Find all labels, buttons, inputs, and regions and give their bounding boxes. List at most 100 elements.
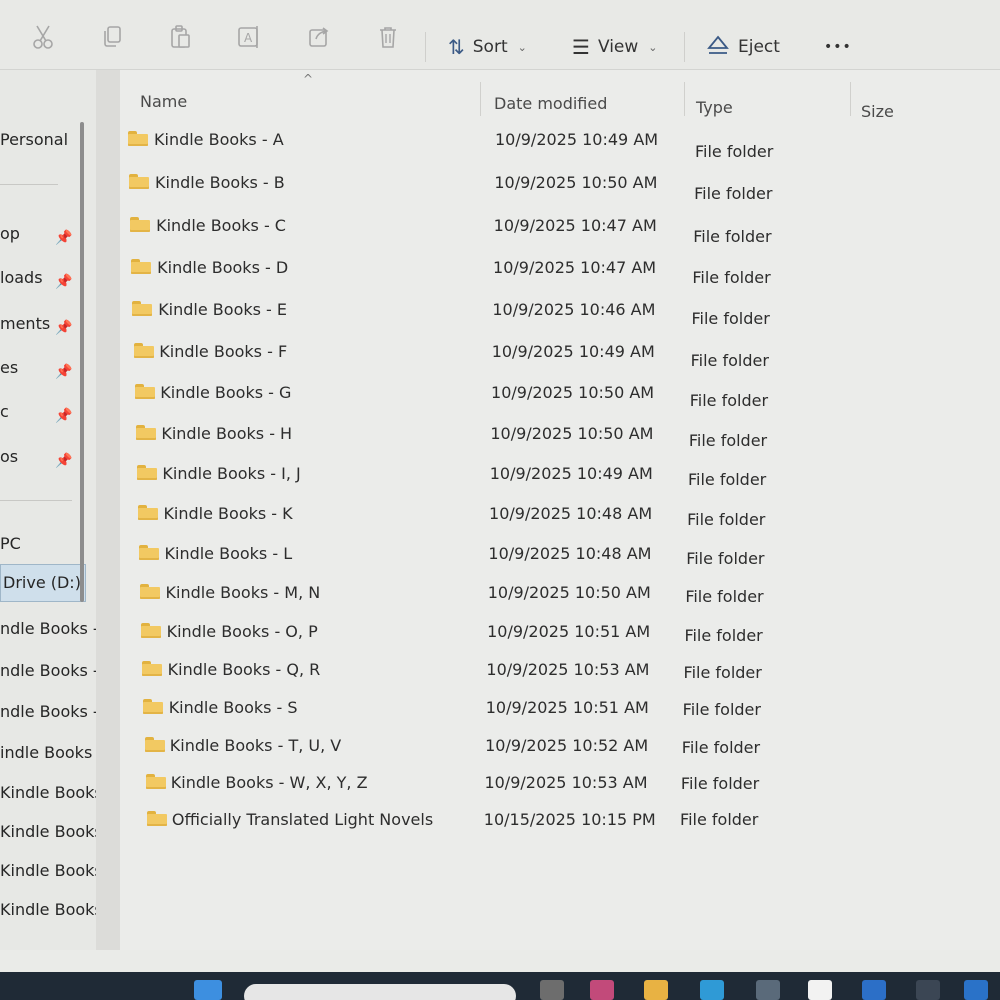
folder-icon [136,465,157,480]
amazon-icon[interactable] [808,980,832,1000]
folder-icon [142,661,163,676]
file-date-modified: 10/9/2025 10:49 AM [491,342,655,361]
nav-subitem[interactable]: Kindle Books - [0,896,96,924]
sidebar-scroll-track[interactable] [96,70,122,950]
column-label: Size [861,101,894,121]
file-date-modified: 10/9/2025 10:47 AM [493,216,657,235]
nav-subitem[interactable]: ndle Books - [0,657,96,685]
start-icon[interactable] [194,980,222,1000]
delete-icon[interactable] [373,22,403,52]
eject-button[interactable]: Eject [706,30,780,64]
nav-subitem[interactable]: Kindle Books - [0,779,96,807]
file-date-modified: 10/9/2025 10:49 AM [495,130,659,149]
folder-icon [134,384,155,399]
search-box[interactable] [244,984,516,1000]
file-row[interactable]: Kindle Books - Q, R 10/9/2025 10:53 AM Fil… [120,652,1000,686]
folder-icon [143,699,164,714]
file-row[interactable]: Kindle Books - G 10/9/2025 10:50 AM File f… [120,375,1000,410]
file-type: File folder [681,737,761,757]
nav-divider [0,500,72,501]
pin-icon: 📌 [55,453,73,469]
file-row[interactable]: Kindle Books - D 10/9/2025 10:47 AM File f… [120,250,1000,287]
file-row[interactable]: Kindle Books - E 10/9/2025 10:46 AM File f… [120,292,1000,328]
file-row[interactable]: Kindle Books - K 10/9/2025 10:48 AM File f… [120,496,1000,530]
nav-divider [0,184,58,185]
nav-subitem[interactable]: indle Books - [0,739,96,767]
file-row[interactable]: Kindle Books - T, U, V 10/9/2025 10:52 AM… [120,728,1000,762]
nav-label: c [0,402,9,421]
file-name: Kindle Books - O, P [166,622,318,641]
column-divider[interactable] [480,82,481,116]
nav-label: es [0,358,19,377]
nav-label: os [0,447,19,466]
chevron-down-icon: ⌄ [648,40,658,54]
copy-icon[interactable] [97,22,127,52]
command-bar: A ⇅ Sort ⌄ ☰ View ⌄ Eject ••• [0,0,1000,70]
app-icon[interactable] [590,980,614,1000]
nav-subitem[interactable]: Kindle Books - [0,857,96,885]
more-options-button[interactable]: ••• [824,30,852,64]
file-type: File folder [682,700,761,720]
folder-icon [135,425,156,440]
file-row[interactable]: Kindle Books - C 10/9/2025 10:47 AM File f… [120,208,1000,246]
folder-icon [139,545,159,560]
file-date-modified: 10/9/2025 10:51 AM [485,698,649,717]
dropbox-icon[interactable] [862,980,886,1000]
eject-icon [706,34,730,61]
rename-icon[interactable]: A [234,22,264,52]
nav-subitem[interactable]: Kindle Books - [0,818,96,846]
file-date-modified: 10/9/2025 10:48 AM [489,504,653,523]
file-explorer-icon[interactable] [644,980,668,1000]
file-type: File folder [692,267,771,287]
nav-item-drive-d[interactable]: Drive (D:) [0,564,86,602]
cut-icon[interactable] [28,22,58,52]
taskbar [0,972,1000,1000]
edge-icon[interactable] [700,980,724,1000]
app-icon[interactable] [964,980,988,1000]
nav-label: Personal [0,130,69,149]
sidebar-scrollbar[interactable] [80,122,84,602]
file-name: Kindle Books - L [164,544,293,563]
nav-label: indle Books - [0,743,96,762]
file-row[interactable]: Kindle Books - B 10/9/2025 10:50 AM File f… [120,165,1000,203]
nav-subitem[interactable]: ndle Books - [0,698,96,726]
file-name: Kindle Books - C [156,216,286,235]
file-row[interactable]: Kindle Books - I, J 10/9/2025 10:49 AM Fil… [120,456,1000,490]
file-row[interactable]: Kindle Books - W, X, Y, Z 10/9/2025 10:53… [120,765,1000,799]
file-row[interactable]: Officially Translated Light Novels 10/15/… [120,802,1000,836]
file-date-modified: 10/9/2025 10:53 AM [484,773,648,792]
column-divider[interactable] [684,82,685,116]
pin-icon: 📌 [55,364,73,380]
sort-button[interactable]: ⇅ Sort ⌄ [448,30,527,64]
toolbar-divider [425,32,426,62]
file-type: File folder [680,810,759,830]
column-header-name[interactable]: Name [130,76,187,126]
file-type: File folder [689,390,769,410]
file-row[interactable]: Kindle Books - F 10/9/2025 10:49 AM File f… [120,334,1000,370]
folder-icon [141,623,162,638]
app-icon[interactable] [756,980,780,1000]
file-row[interactable]: Kindle Books - A 10/9/2025 10:49 AM File f… [120,122,1000,161]
file-date-modified: 10/9/2025 10:52 AM [485,736,649,755]
pin-icon: 📌 [55,230,73,246]
file-type: File folder [680,773,760,793]
paste-icon[interactable] [165,22,195,52]
file-row[interactable]: Kindle Books - L 10/9/2025 10:48 AM File f… [120,536,1000,570]
nav-subitem[interactable]: ndle Books - [0,615,96,643]
file-date-modified: 10/9/2025 10:46 AM [492,300,656,319]
file-row[interactable]: Kindle Books - O, P 10/9/2025 10:51 AM Fil… [120,614,1000,648]
file-name: Officially Translated Light Novels [171,810,434,829]
column-label: Name [140,91,188,111]
file-type: File folder [687,509,766,529]
file-row[interactable]: Kindle Books - M, N 10/9/2025 10:50 AM Fil… [120,575,1000,609]
app-icon[interactable] [916,980,940,1000]
sort-ascending-icon: ^ [303,72,314,86]
file-type: File folder [688,431,768,451]
file-type: File folder [683,662,762,682]
column-header-date[interactable]: Date modified [484,78,607,128]
share-icon[interactable] [304,22,334,52]
file-row[interactable]: Kindle Books - H 10/9/2025 10:50 AM File f… [120,416,1000,450]
file-row[interactable]: Kindle Books - S 10/9/2025 10:51 AM File f… [120,690,1000,724]
task-view-icon[interactable] [540,980,564,1000]
view-button[interactable]: ☰ View ⌄ [572,30,658,64]
